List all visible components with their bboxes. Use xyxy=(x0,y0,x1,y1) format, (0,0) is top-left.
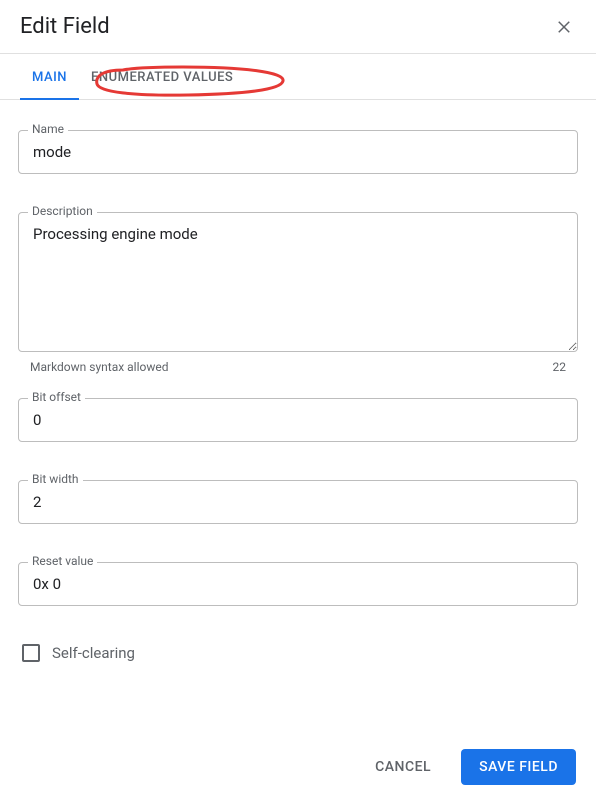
cancel-button[interactable]: CANCEL xyxy=(357,749,449,785)
tab-enumerated-values[interactable]: ENUMERATED VALUES xyxy=(79,54,245,99)
bit-width-input[interactable] xyxy=(18,480,578,524)
tab-main[interactable]: MAIN xyxy=(20,54,79,99)
form-body: Name Description Markdown syntax allowed… xyxy=(0,100,596,733)
edit-field-dialog: Edit Field MAIN ENUMERATED VALUES Name D… xyxy=(0,0,596,803)
self-clearing-row: Self-clearing xyxy=(18,644,578,662)
name-label: Name xyxy=(28,122,68,136)
description-char-count: 22 xyxy=(553,360,567,374)
reset-value-input[interactable] xyxy=(18,562,578,606)
dialog-title: Edit Field xyxy=(20,14,110,39)
bit-offset-input[interactable] xyxy=(18,398,578,442)
dialog-header: Edit Field xyxy=(0,0,596,54)
self-clearing-label: Self-clearing xyxy=(52,644,135,662)
dialog-footer: CANCEL SAVE FIELD xyxy=(0,733,596,803)
reset-value-field-wrap: Reset value xyxy=(18,562,578,606)
bit-offset-field-wrap: Bit offset xyxy=(18,398,578,442)
name-field-wrap: Name xyxy=(18,130,578,174)
close-button[interactable] xyxy=(552,15,576,39)
bit-offset-label: Bit offset xyxy=(28,390,85,404)
bit-width-label: Bit width xyxy=(28,472,83,486)
description-field-wrap: Description Markdown syntax allowed 22 xyxy=(18,212,578,374)
description-hint: Markdown syntax allowed xyxy=(30,360,169,374)
description-hint-row: Markdown syntax allowed 22 xyxy=(18,356,578,374)
description-label: Description xyxy=(28,204,97,218)
close-icon xyxy=(555,18,573,36)
description-textarea[interactable] xyxy=(18,212,578,352)
tab-bar: MAIN ENUMERATED VALUES xyxy=(0,54,596,100)
reset-value-label: Reset value xyxy=(28,554,97,568)
bit-width-field-wrap: Bit width xyxy=(18,480,578,524)
save-field-button[interactable]: SAVE FIELD xyxy=(461,749,576,785)
self-clearing-checkbox[interactable] xyxy=(22,644,40,662)
name-input[interactable] xyxy=(18,130,578,174)
